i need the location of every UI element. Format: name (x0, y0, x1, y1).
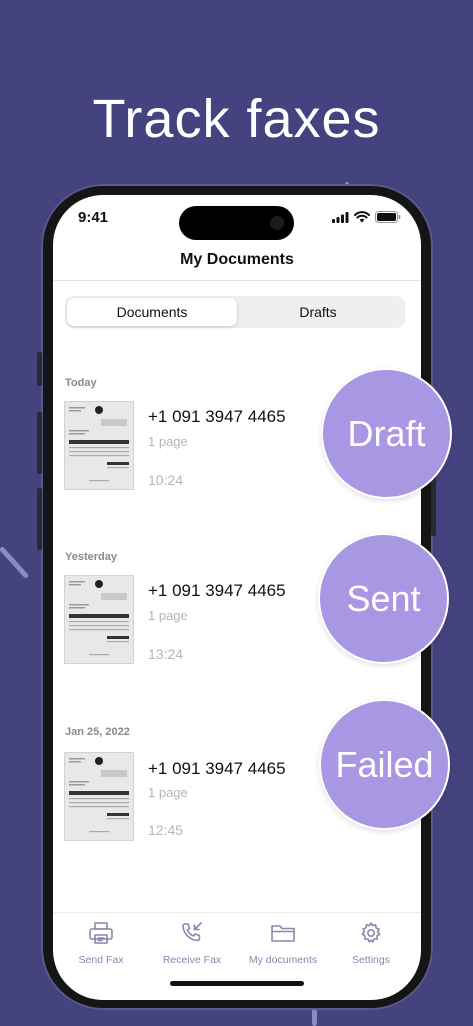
fax-time: 13:24 (148, 646, 184, 662)
status-badge-failed: Failed (319, 699, 450, 830)
tab-documents[interactable]: Documents (67, 298, 237, 326)
folder-icon (271, 925, 295, 942)
fax-number: +1 091 3947 4465 (148, 581, 286, 600)
page-count: 1 page (148, 785, 188, 800)
tab-drafts[interactable]: Drafts (233, 298, 403, 326)
page-title: My Documents (180, 251, 294, 268)
dynamic-island (179, 206, 294, 240)
divider (53, 280, 421, 281)
document-preview (65, 753, 133, 840)
tab-settings[interactable]: Settings (325, 921, 417, 966)
tab-label: Settings (352, 954, 390, 966)
tab-label: Receive Fax (162, 954, 222, 966)
background-decoration (0, 545, 30, 580)
phone-side-button (37, 488, 42, 550)
status-time: 9:41 (78, 209, 109, 226)
document-thumbnail[interactable] (64, 575, 134, 664)
home-indicator (170, 981, 304, 986)
page-count: 1 page (148, 608, 188, 623)
status-badge-draft: Draft (321, 368, 452, 499)
document-thumbnail[interactable] (64, 401, 134, 490)
group-label: Today (65, 377, 97, 389)
tab-my-documents[interactable]: My documents (237, 921, 329, 966)
signal-icon (332, 211, 349, 223)
fax-number: +1 091 3947 4465 (148, 759, 286, 778)
tab-label: Send Fax (78, 954, 124, 966)
headline: Track faxes (92, 89, 381, 149)
tab-label: My documents (248, 954, 318, 966)
wifi-icon (354, 211, 370, 223)
document-preview (65, 402, 133, 489)
background-decoration (312, 1008, 317, 1026)
page-count: 1 page (148, 434, 188, 449)
group-label: Jan 25, 2022 (65, 726, 130, 738)
fax-time: 12:45 (148, 822, 184, 838)
gear-icon (361, 922, 381, 943)
fax-time: 10:24 (148, 472, 184, 488)
divider (53, 912, 421, 913)
tab-receive-fax[interactable]: Receive Fax (146, 921, 238, 966)
document-preview (65, 576, 133, 663)
phone-side-button (37, 412, 42, 474)
battery-icon (375, 211, 401, 223)
group-label: Yesterday (65, 551, 117, 563)
tab-send-fax[interactable]: Send Fax (55, 921, 147, 966)
phone-incoming-icon (182, 922, 202, 942)
phone-side-button (37, 352, 42, 386)
status-icons (332, 211, 401, 223)
status-badge-sent: Sent (318, 533, 449, 664)
document-thumbnail[interactable] (64, 752, 134, 841)
printer-icon (89, 922, 113, 944)
fax-number: +1 091 3947 4465 (148, 407, 286, 426)
segmented-control: Documents Drafts (65, 296, 405, 328)
camera-icon (270, 216, 284, 230)
